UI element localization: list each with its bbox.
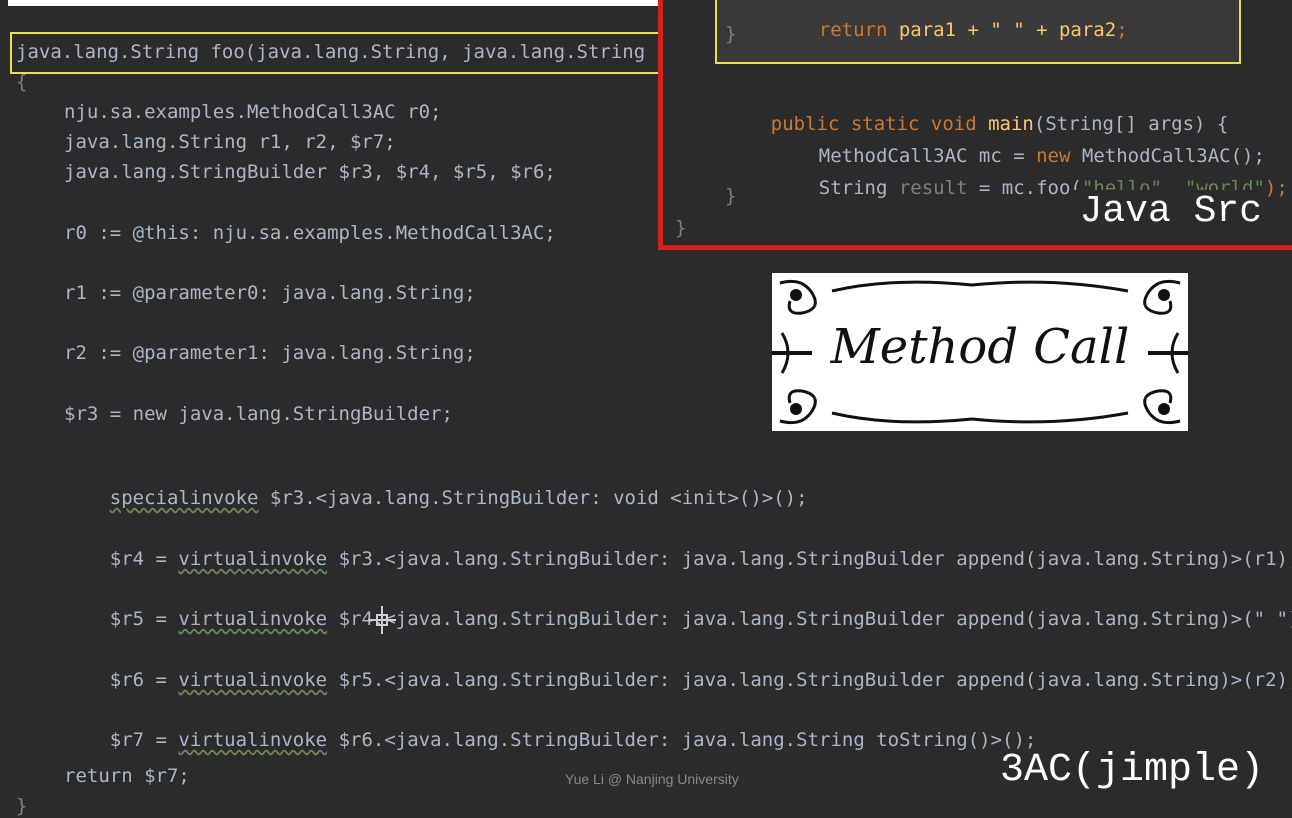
semicolon: ; (1116, 19, 1128, 41)
footer-credit: Yue Li @ Nanjing University (565, 771, 739, 787)
invoke-post: $r3.<java.lang.StringBuilder: void <init… (258, 487, 808, 509)
invoke-post: $r3.<java.lang.StringBuilder: java.lang.… (327, 548, 1292, 570)
method-call-logo: Method Call (772, 273, 1188, 431)
code-line-2: java.lang.String r1, r2, $r7; (64, 131, 396, 153)
invoke-pre: $r7 = (109, 729, 179, 751)
src-close-foo: } (725, 23, 737, 45)
signature-highlight-box (10, 32, 674, 74)
invoke-keyword: specialinvoke (109, 487, 259, 509)
result-assign: = mc.foo( (967, 177, 1082, 199)
invoke-line-5: $r7 = virtualinvoke $r6.<java.lang.Strin… (64, 704, 1037, 776)
java-src-panel: return para1 + " " + para2; } public sta… (658, 0, 1292, 250)
src-close-main: } (725, 185, 737, 207)
invoke-post: $r5.<java.lang.StringBuilder: java.lang.… (327, 669, 1292, 691)
invoke-keyword: virtualinvoke (178, 548, 328, 570)
code-line-3: java.lang.StringBuilder $r3, $r4, $r5, $… (64, 161, 556, 183)
return-expr: para1 + " " + para2 (887, 19, 1117, 41)
invoke-keyword: virtualinvoke (178, 608, 328, 630)
code-line-5: r1 := @parameter0: java.lang.String; (64, 282, 476, 304)
jimple-label: 3AC(jimple) (1000, 748, 1265, 793)
invoke-pre: $r6 = (109, 669, 179, 691)
result-var: result (898, 177, 968, 199)
close-brace: } (16, 795, 28, 817)
code-line-1: nju.sa.examples.MethodCall3AC r0; (64, 101, 442, 123)
return-keyword: return (818, 19, 888, 41)
src-close-class: } (675, 217, 687, 239)
result-type: String (818, 177, 899, 199)
code-line-4: r0 := @this: nju.sa.examples.MethodCall3… (64, 222, 556, 244)
src-return-line: return para1 + " " + para2; (773, 0, 1128, 66)
return-line: return $r7; (64, 765, 190, 787)
logo-text: Method Call (830, 319, 1130, 375)
code-line-6: r2 := @parameter1: java.lang.String; (64, 342, 476, 364)
invoke-post: $r4.<java.lang.StringBuilder: java.lang.… (327, 608, 1292, 630)
invoke-post: $r6.<java.lang.StringBuilder: java.lang.… (327, 729, 1037, 751)
move-cursor-icon (368, 606, 396, 634)
invoke-keyword: virtualinvoke (178, 669, 328, 691)
end-call: ); (1264, 177, 1288, 199)
invoke-keyword: virtualinvoke (178, 729, 328, 751)
code-line-7: $r3 = new java.lang.StringBuilder; (64, 403, 453, 425)
invoke-pre: $r5 = (109, 608, 179, 630)
invoke-pre: $r4 = (109, 548, 179, 570)
java-src-label: Java Src (1073, 190, 1268, 234)
